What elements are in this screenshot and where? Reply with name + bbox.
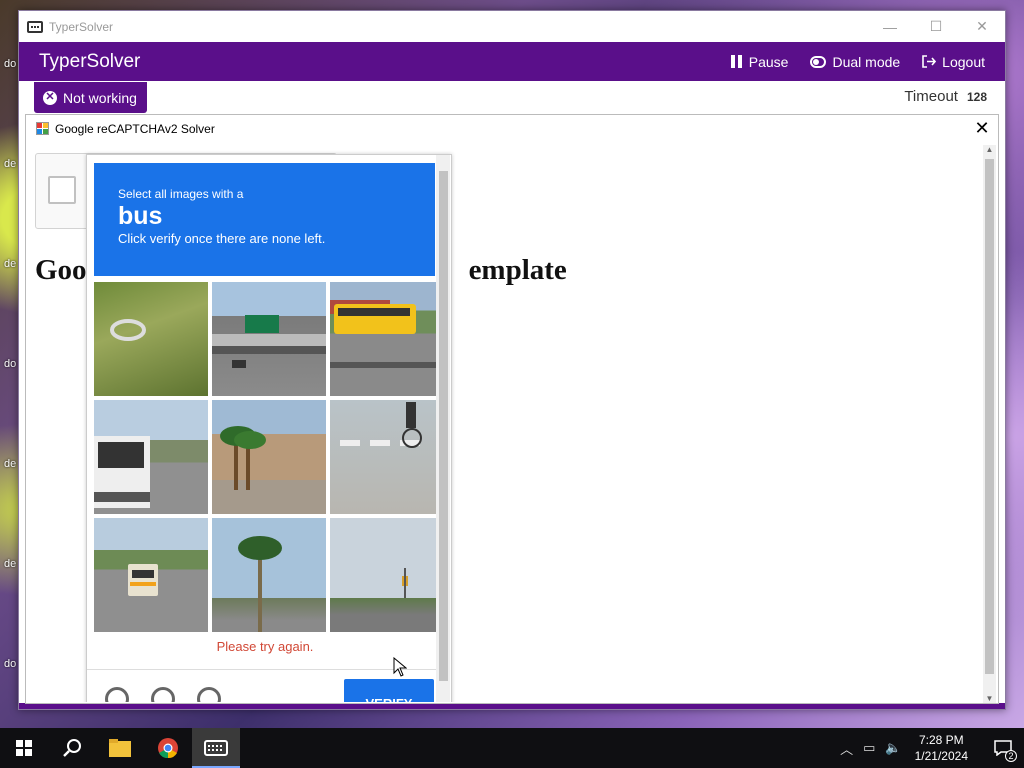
verify-button[interactable]: VERIFY [344,679,434,702]
taskbar-typersolver[interactable] [192,728,240,768]
recaptcha-solver-window: Google reCAPTCHAv2 Solver ✕ Goo emplate S… [25,114,999,704]
chrome-icon [158,738,178,759]
taskbar-chrome[interactable] [144,728,192,768]
clock-date: 1/21/2024 [914,749,968,763]
status-text: Not working [63,89,137,106]
volume-icon[interactable]: 🔈 [885,740,901,756]
typersolver-icon [204,740,228,756]
image-tile[interactable] [212,518,326,632]
logout-label: Logout [942,53,985,70]
taskbar-file-explorer[interactable] [96,728,144,768]
challenge-divider [87,669,437,670]
start-icon [16,740,32,756]
challenge-error: Please try again. [216,639,314,654]
maximize-button[interactable]: ☐ [913,11,959,42]
timeout-label: Timeout [904,88,958,105]
page-heading-left: Goo [35,254,87,286]
solver-titlebar[interactable]: Google reCAPTCHAv2 Solver ✕ [26,115,998,142]
search-button[interactable] [48,728,96,768]
challenge-banner: Select all images with a bus Click verif… [94,163,435,276]
image-tile[interactable] [94,282,208,396]
notification-count: 2 [1005,750,1017,762]
keyboard-icon [27,20,43,33]
status-badge: ✕ Not working [34,82,147,113]
solver-close-button[interactable]: ✕ [966,118,998,139]
toggle-icon [810,55,827,68]
challenge-footer-icons [105,687,221,702]
logout-button[interactable]: Logout [922,54,985,70]
start-button[interactable] [0,728,48,768]
window-title: TyperSolver [49,19,114,34]
instruction-line1: Select all images with a [118,187,244,201]
app-title: TyperSolver [39,50,141,72]
app-header: TyperSolver Pause Dual mode Logout [19,42,1005,81]
pause-button[interactable]: Pause [730,53,789,70]
mouse-cursor-icon [393,657,407,677]
file-explorer-icon [109,739,131,757]
clock-time: 7:28 PM [918,733,964,747]
image-tile[interactable] [94,400,208,514]
status-bar: ✕ Not working Timeout 128 [19,81,1005,115]
solver-content: Goo emplate Select all images with a bus … [26,142,982,702]
challenge-scrollbar[interactable] [436,155,450,702]
info-icon[interactable] [197,687,221,702]
notification-center-button[interactable]: 2 [982,728,1024,768]
image-tile[interactable] [94,518,208,632]
instruction-line2: Click verify once there are none left. [118,231,326,246]
page-heading-right: emplate [468,254,567,286]
solver-title: Google reCAPTCHAv2 Solver [55,121,215,136]
challenge-target: bus [118,202,163,230]
search-icon [63,739,81,757]
pause-label: Pause [748,53,789,70]
minimize-button[interactable]: — [867,11,913,42]
recaptcha-checkbox[interactable] [48,176,76,204]
window-titlebar[interactable]: TyperSolver — ☐ ✕ [19,11,1005,42]
reload-icon[interactable] [105,687,129,702]
close-button[interactable]: ✕ [959,11,1005,42]
logout-icon [922,55,937,68]
clock[interactable]: 7:28 PM 1/21/2024 [915,732,968,764]
image-tile[interactable] [330,400,444,514]
audio-icon[interactable] [151,687,175,702]
solver-scrollbar[interactable]: ▲ ▼ [983,145,996,703]
recaptcha-favicon-icon [36,122,49,135]
timeout-value: 128 [966,90,987,104]
image-tile[interactable] [212,282,326,396]
system-tray: ︿ ▭ 🔈 7:28 PM 1/21/2024 2 [835,728,1024,768]
image-grid [94,282,444,632]
dual-mode-button[interactable]: Dual mode [810,54,900,70]
image-tile[interactable] [330,518,444,632]
pause-icon [730,55,742,68]
recaptcha-challenge: Select all images with a bus Click verif… [86,154,452,702]
taskbar: ︿ ▭ 🔈 7:28 PM 1/21/2024 2 [0,728,1024,768]
dual-mode-label: Dual mode [832,53,901,70]
x-circle-icon: ✕ [43,90,57,105]
timeout-indicator: Timeout 128 [904,88,987,105]
image-tile[interactable] [212,400,326,514]
chevron-up-icon[interactable]: ︿ [840,739,853,758]
image-tile[interactable] [330,282,444,396]
network-icon[interactable]: ▭ [863,740,875,756]
